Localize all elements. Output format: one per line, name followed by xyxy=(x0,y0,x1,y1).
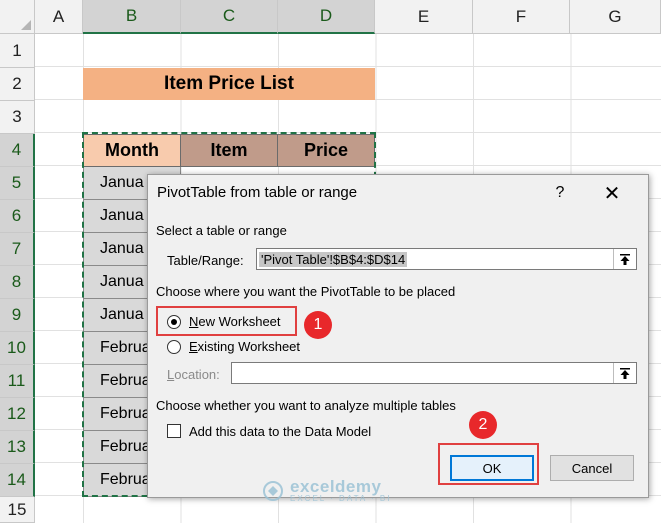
location-picker-button[interactable] xyxy=(613,363,636,383)
column-header-f[interactable]: F xyxy=(473,0,570,34)
row-header-12[interactable]: 12 xyxy=(0,398,35,431)
row-header-3[interactable]: 3 xyxy=(0,101,35,134)
data-model-checkbox[interactable] xyxy=(167,424,181,438)
pivottable-dialog: PivotTable from table or range ? ✕ Selec… xyxy=(147,174,649,498)
cancel-button[interactable]: Cancel xyxy=(550,455,634,481)
existing-worksheet-radio[interactable] xyxy=(167,340,181,354)
new-worksheet-label[interactable]: New Worksheet xyxy=(189,314,281,329)
row-header-4[interactable]: 4 xyxy=(0,134,35,167)
close-button[interactable]: ✕ xyxy=(600,181,624,205)
row-header-14[interactable]: 14 xyxy=(0,464,35,497)
watermark: exceldemy EXCEL · DATA · BI xyxy=(262,478,391,503)
watermark-tagline: EXCEL · DATA · BI xyxy=(290,494,392,503)
row-header-1[interactable]: 1 xyxy=(0,34,35,68)
step-badge-2: 2 xyxy=(469,411,497,439)
row-header-2[interactable]: 2 xyxy=(0,68,35,101)
row-header-8[interactable]: 8 xyxy=(0,266,35,299)
section-placement-label: Choose where you want the PivotTable to … xyxy=(156,284,456,299)
data-model-label[interactable]: Add this data to the Data Model xyxy=(189,424,371,439)
collapse-range-button[interactable] xyxy=(613,249,636,269)
step-badge-1: 1 xyxy=(304,311,332,339)
column-header-a[interactable]: A xyxy=(35,0,83,34)
row-header-7[interactable]: 7 xyxy=(0,233,35,266)
ok-button[interactable]: OK xyxy=(450,455,534,481)
exceldemy-logo-icon xyxy=(263,480,283,501)
row-header-11[interactable]: 11 xyxy=(0,365,35,398)
row-header-15[interactable]: 15 xyxy=(0,497,35,523)
column-header-d[interactable]: D xyxy=(278,0,375,34)
header-cell-price[interactable]: Price xyxy=(277,134,375,167)
new-worksheet-radio[interactable] xyxy=(167,315,181,329)
column-header-c[interactable]: C xyxy=(181,0,278,34)
dialog-title: PivotTable from table or range xyxy=(157,184,358,201)
table-range-input[interactable]: 'Pivot Table'!$B$4:$D$14 xyxy=(256,248,637,270)
location-input[interactable] xyxy=(231,362,637,384)
watermark-name: exceldemy xyxy=(290,477,382,496)
range-picker-icon xyxy=(620,253,630,265)
close-icon: ✕ xyxy=(603,182,621,205)
row-header-5[interactable]: 5 xyxy=(0,167,35,200)
row-header-9[interactable]: 9 xyxy=(0,299,35,332)
column-header-g[interactable]: G xyxy=(570,0,661,34)
existing-worksheet-label[interactable]: Existing Worksheet xyxy=(189,339,300,354)
location-label: Location: xyxy=(167,367,220,382)
column-header-b[interactable]: B xyxy=(83,0,181,34)
header-cell-month[interactable]: Month xyxy=(83,134,181,167)
row-header-10[interactable]: 10 xyxy=(0,332,35,365)
section-select-range-label: Select a table or range xyxy=(156,223,287,238)
column-header-e[interactable]: E xyxy=(375,0,473,34)
sheet-title-cell[interactable]: Item Price List xyxy=(83,68,375,100)
header-cell-item[interactable]: Item xyxy=(180,134,278,167)
section-multiple-tables-label: Choose whether you want to analyze multi… xyxy=(156,398,456,413)
row-header-6[interactable]: 6 xyxy=(0,200,35,233)
help-button[interactable]: ? xyxy=(548,181,572,205)
select-all-corner[interactable] xyxy=(0,0,35,34)
range-picker-icon xyxy=(620,367,630,379)
table-range-label: Table/Range: xyxy=(167,253,244,268)
table-range-value: 'Pivot Table'!$B$4:$D$14 xyxy=(259,251,408,267)
row-header-13[interactable]: 13 xyxy=(0,431,35,464)
